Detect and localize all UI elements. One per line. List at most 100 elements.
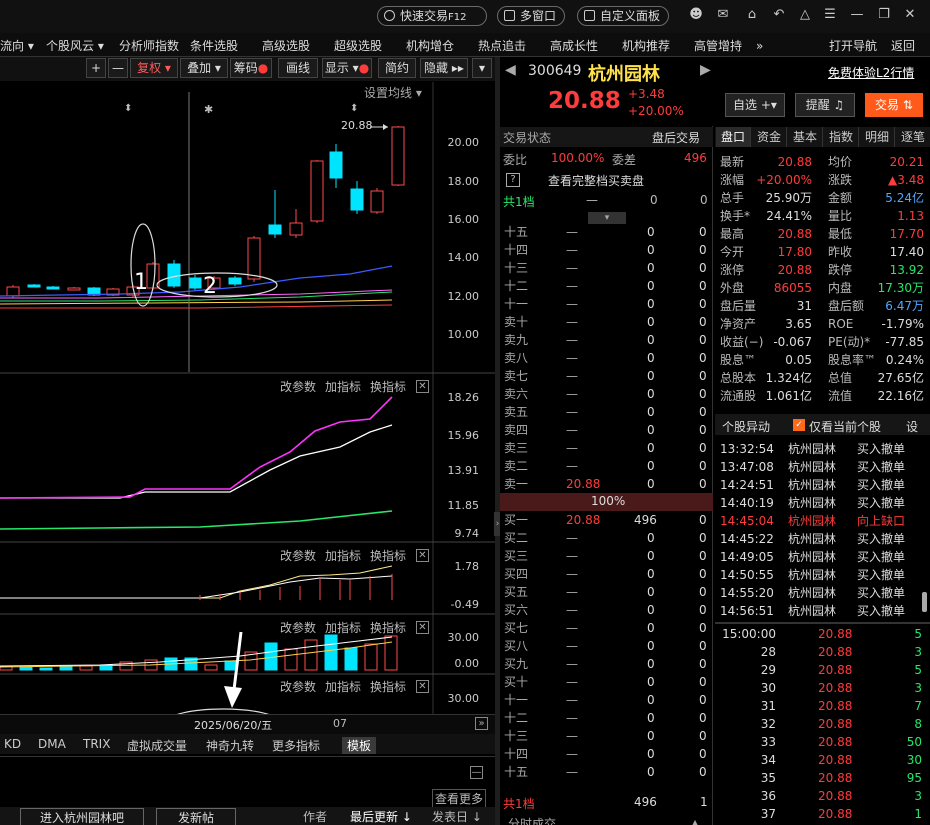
menu-item-analyst-index[interactable]: 分析师指数 [119, 36, 179, 56]
author-column[interactable]: 作者 [303, 808, 327, 825]
collapse-left-button[interactable]: ▾ [472, 58, 492, 78]
menu-item-super-pick[interactable]: 超级选股 [334, 36, 382, 56]
add-indicator-link[interactable]: 加指标 [325, 378, 361, 395]
only-current-checkbox[interactable]: ✓ [793, 419, 805, 431]
display-button[interactable]: 显示 ▾● [322, 58, 372, 78]
switch-indicator-link[interactable]: 换指标 [370, 619, 406, 636]
open-navigation-link[interactable]: 打开导航 [829, 36, 877, 56]
event-row[interactable]: 13:47:08 杭州园林 买入撤单 [720, 458, 920, 476]
draw-line-button[interactable]: 画线 [278, 58, 318, 78]
mail-icon[interactable]: ✉ [716, 8, 730, 22]
restore-rights-button[interactable]: 复权 ▾ [130, 58, 178, 78]
prev-stock-icon[interactable]: ◀ [505, 62, 516, 78]
shirt-icon[interactable]: △ [798, 8, 812, 22]
event-row[interactable]: 14:40:19 杭州园林 买入撤单 [720, 494, 920, 512]
event-row[interactable]: 14:56:51 杭州园林 买入撤单 [720, 602, 920, 620]
custom-panel-button[interactable]: 自定义面板 [577, 6, 669, 26]
event-row[interactable]: 13:32:54 杭州园林 买入撤单 [720, 440, 920, 458]
simple-button[interactable]: 简约 [378, 58, 416, 78]
menu-item-hotspot[interactable]: 热点追击 [478, 36, 526, 56]
menu-item-flow[interactable]: 流向 ▾ [0, 36, 34, 56]
next-stock-icon[interactable]: ▶ [700, 62, 711, 78]
tab-trix[interactable]: TRIX [83, 737, 110, 751]
quick-trade-button[interactable]: 快速交易F12 [377, 6, 487, 26]
home-icon[interactable]: ⌂ [745, 8, 759, 22]
scroll-right-icon[interactable]: » [475, 717, 488, 730]
tab-template[interactable]: 模板 [342, 737, 377, 754]
free-l2-link[interactable]: 免费体验L2行情 [828, 64, 914, 81]
close-panel-icon[interactable]: ✕ [416, 380, 429, 393]
menu-item-inst-recommend[interactable]: 机构推荐 [622, 36, 670, 56]
change-param-link[interactable]: 改参数 [280, 547, 316, 564]
user-icon[interactable]: ☻ [689, 8, 703, 22]
only-current-label[interactable]: 仅看当前个股 [809, 418, 881, 435]
back-icon[interactable]: ↶ [772, 8, 786, 22]
events-scrollbar[interactable] [922, 592, 927, 612]
quote-tab[interactable]: 指数 [824, 127, 859, 147]
switch-indicator-link[interactable]: 换指标 [370, 378, 406, 395]
event-row[interactable]: 14:45:04 杭州园林 向上缺口 [720, 512, 920, 530]
quote-tab[interactable]: 基本 [788, 127, 823, 147]
enter-forum-button[interactable]: 进入杭州园林吧 [20, 808, 144, 825]
tab-magic-nine[interactable]: 神奇九转 [206, 737, 254, 754]
quote-tab[interactable]: 盘口 [716, 127, 751, 147]
new-post-button[interactable]: 发新帖 [156, 808, 236, 825]
event-row[interactable]: 14:24:51 杭州园林 买入撤单 [720, 476, 920, 494]
event-row[interactable]: 14:45:22 杭州园林 买入撤单 [720, 530, 920, 548]
alert-button[interactable]: 提醒 ♫ [795, 93, 855, 117]
zoom-out-button[interactable]: — [108, 58, 128, 78]
full-book-link[interactable]: 查看完整档买卖盘 [548, 172, 644, 189]
tab-more-indicators[interactable]: 更多指标 [272, 737, 320, 754]
kline-chart[interactable] [0, 82, 495, 714]
quote-row: 外盘 86055 内盘 17.30万 [718, 279, 926, 297]
close-icon[interactable]: ✕ [903, 8, 917, 22]
menu-item-condition-pick[interactable]: 条件选股 [190, 36, 238, 56]
switch-indicator-link[interactable]: 换指标 [370, 547, 406, 564]
event-row[interactable]: 14:50:55 杭州园林 买入撤单 [720, 566, 920, 584]
trade-button[interactable]: 交易 ⇅ [865, 93, 923, 117]
menu-item-stock-news[interactable]: 个股风云 ▾ [46, 36, 104, 56]
change-param-link[interactable]: 改参数 [280, 619, 316, 636]
add-indicator-link[interactable]: 加指标 [325, 619, 361, 636]
close-panel-icon[interactable]: ✕ [416, 549, 429, 562]
trades-expand-icon[interactable]: ▴ [692, 815, 698, 825]
menu-more[interactable]: » [756, 36, 763, 56]
events-settings[interactable]: 设 [906, 418, 918, 435]
close-panel-icon[interactable]: ✕ [416, 621, 429, 634]
hide-button[interactable]: 隐藏 ▸▸ [420, 58, 468, 78]
help-icon[interactable]: ? [506, 173, 520, 187]
back-link[interactable]: 返回 [891, 36, 915, 56]
watchlist-button[interactable]: 自选 +▾ [725, 93, 785, 117]
add-indicator-link[interactable]: 加指标 [325, 547, 361, 564]
latest-update-column[interactable]: 最后更新 ↓ [350, 808, 412, 825]
set-moving-average[interactable]: 设置均线 ▾ [364, 84, 422, 101]
zoom-in-button[interactable]: + [86, 58, 106, 78]
add-indicator-link[interactable]: 加指标 [325, 678, 361, 695]
quote-tab[interactable]: 明细 [860, 127, 895, 147]
change-param-link[interactable]: 改参数 [280, 678, 316, 695]
tab-kd[interactable]: KD [4, 737, 21, 751]
menu-item-exec-add[interactable]: 高管增持 [694, 36, 742, 56]
multi-window-button[interactable]: 多窗口 [497, 6, 565, 26]
after-hours-label[interactable]: 盘后交易 [652, 129, 700, 146]
event-row[interactable]: 14:49:05 杭州园林 买入撤单 [720, 548, 920, 566]
quote-tab[interactable]: 资金 [752, 127, 787, 147]
chips-button[interactable]: 筹码● [230, 58, 272, 78]
close-panel-icon[interactable]: ✕ [416, 680, 429, 693]
tab-dma[interactable]: DMA [38, 737, 66, 751]
menu-item-inst-add[interactable]: 机构增仓 [406, 36, 454, 56]
overlay-button[interactable]: 叠加 ▾ [180, 58, 228, 78]
panel-minimize-icon[interactable]: — [470, 766, 483, 779]
menu-item-growth[interactable]: 高成长性 [550, 36, 598, 56]
post-date-column[interactable]: 发表日 ↓ [432, 808, 482, 825]
minimize-icon[interactable]: — [850, 8, 864, 22]
event-row[interactable]: 14:55:20 杭州园林 买入撤单 [720, 584, 920, 602]
tab-virtual-volume[interactable]: 虚拟成交量 [127, 737, 187, 754]
menu-item-advanced-pick[interactable]: 高级选股 [262, 36, 310, 56]
view-more-button[interactable]: 查看更多 [432, 789, 487, 808]
change-param-link[interactable]: 改参数 [280, 378, 316, 395]
restore-icon[interactable]: ❐ [877, 8, 891, 22]
switch-indicator-link[interactable]: 换指标 [370, 678, 406, 695]
settings-icon[interactable]: ☰ [823, 8, 837, 22]
quote-tab[interactable]: 逐笔 [896, 127, 930, 147]
